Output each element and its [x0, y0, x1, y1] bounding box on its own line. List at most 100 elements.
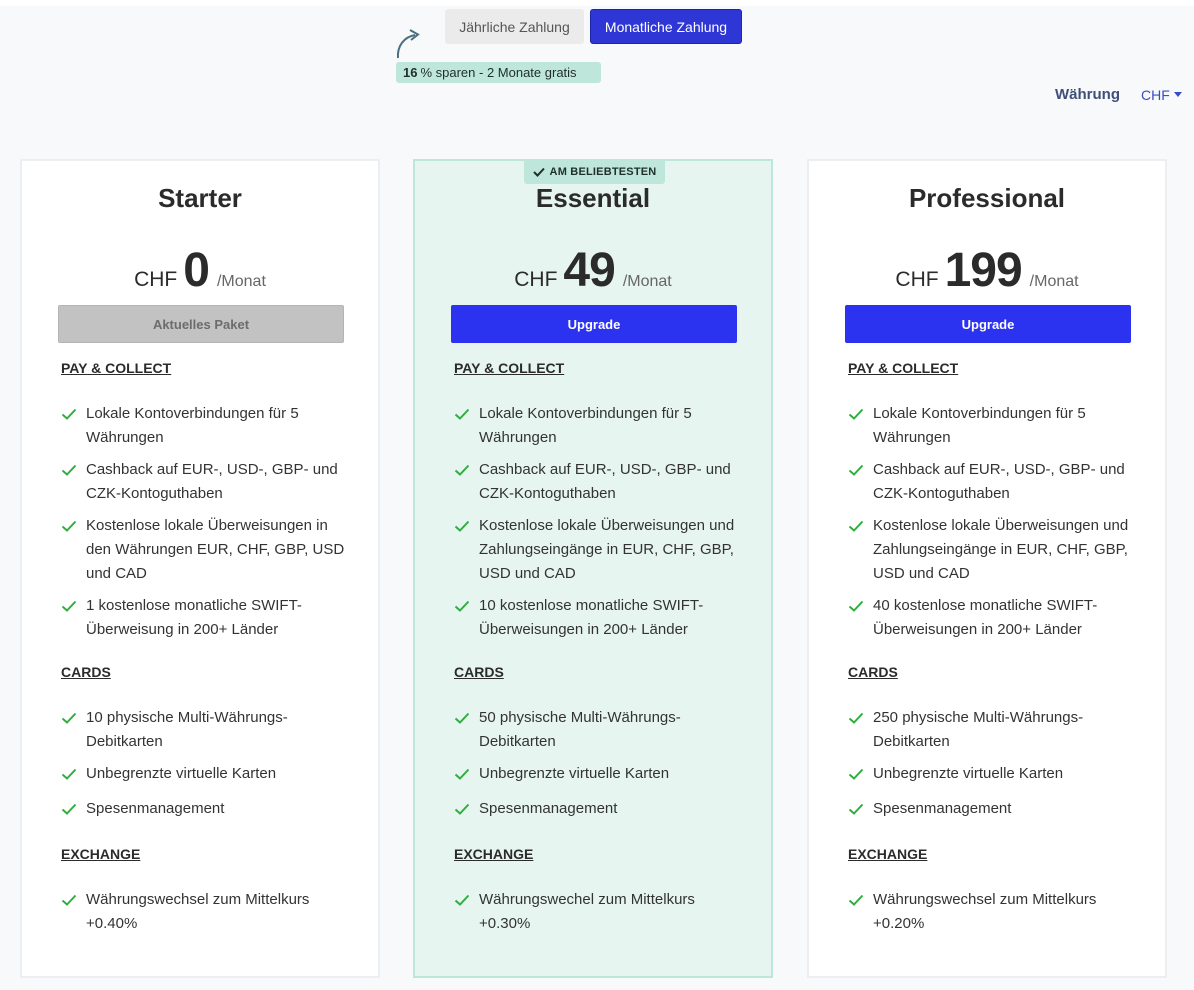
check-icon — [454, 706, 472, 730]
check-icon — [61, 706, 79, 730]
most-popular-badge: AM BELIEBTESTEN — [524, 159, 665, 184]
feature-item: Währungswechsel zum Mittelkurs +0.40% — [61, 888, 351, 936]
check-icon — [61, 888, 79, 912]
feature-item: Spesenmanagement — [61, 797, 351, 821]
price-period: /Monat — [1029, 273, 1079, 290]
feature-item: Lokale Kontoverbindungen für 5 Währungen — [61, 402, 351, 450]
feature-text: Unbegrenzte virtuelle Karten — [86, 765, 277, 782]
check-icon — [61, 762, 79, 786]
check-icon — [61, 458, 79, 482]
price-currency: CHF — [134, 268, 178, 291]
feature-item: 40 kostenlose monatliche SWIFT-Überweisu… — [848, 594, 1138, 642]
feature-text: Lokale Kontoverbindungen für 5 Währungen — [86, 405, 299, 446]
price-period: /Monat — [622, 273, 672, 290]
section-title-exchange: EXCHANGE — [848, 846, 928, 862]
check-icon — [848, 458, 866, 482]
feature-text: Cashback auf EUR-, USD-, GBP- und CZK-Ko… — [479, 461, 731, 502]
feature-text: 10 kostenlose monatliche SWIFT-Überweisu… — [479, 597, 704, 638]
monthly-billing-button[interactable]: Monatliche Zahlung — [590, 9, 742, 44]
price-currency: CHF — [514, 268, 558, 291]
section-title-exchange: EXCHANGE — [454, 846, 534, 862]
plan-name: Starter — [158, 183, 242, 213]
currency-value: CHF — [1141, 86, 1170, 103]
check-icon — [848, 706, 866, 730]
feature-item: 250 physische Multi-Währungs-Debitkarten — [848, 706, 1138, 754]
feature-item: Cashback auf EUR-, USD-, GBP- und CZK-Ko… — [848, 458, 1138, 506]
price-currency: CHF — [895, 268, 939, 291]
feature-item: Unbegrenzte virtuelle Karten — [454, 762, 744, 786]
upgrade-button[interactable]: Upgrade — [845, 305, 1131, 343]
feature-item: Lokale Kontoverbindungen für 5 Währungen — [848, 402, 1138, 450]
feature-text: Währungswechsel zum Mittelkurs +0.40% — [86, 891, 310, 932]
feature-text: Spesenmanagement — [479, 800, 618, 817]
feature-item: Kostenlose lokale Überweisungen und Zahl… — [848, 514, 1138, 586]
savings-text: % sparen - 2 Monate gratis — [420, 65, 577, 80]
currency-dropdown[interactable]: CHF — [1141, 87, 1182, 103]
yearly-billing-button[interactable]: Jährliche Zahlung — [445, 9, 584, 44]
check-icon — [848, 514, 866, 538]
check-icon — [848, 402, 866, 426]
feature-text: Unbegrenzte virtuelle Karten — [873, 765, 1064, 782]
check-icon — [454, 402, 472, 426]
current-plan-button: Aktuelles Paket — [58, 305, 344, 343]
caret-down-icon — [1173, 92, 1182, 97]
feature-text: 50 physische Multi-Währungs-Debitkarten — [479, 709, 681, 750]
check-icon — [454, 762, 472, 786]
savings-badge: 16 % sparen - 2 Monate gratis — [396, 62, 601, 83]
feature-text: Kostenlose lokale Überweisungen in den W… — [86, 517, 345, 582]
check-icon — [61, 797, 79, 821]
check-icon — [454, 594, 472, 618]
section-title-pay-collect: PAY & COLLECT — [454, 360, 565, 376]
price-period: /Monat — [216, 273, 266, 290]
feature-item: Spesenmanagement — [848, 797, 1138, 821]
check-icon — [848, 762, 866, 786]
section-title-cards: CARDS — [848, 664, 898, 680]
feature-text: Unbegrenzte virtuelle Karten — [479, 765, 670, 782]
section-title-cards: CARDS — [454, 664, 504, 680]
most-popular-label: AM BELIEBTESTEN — [549, 165, 657, 178]
check-icon — [848, 797, 866, 821]
section-title-pay-collect: PAY & COLLECT — [848, 360, 959, 376]
feature-text: Währungswechsel zum Mittelkurs +0.20% — [873, 891, 1097, 932]
plan-price: CHF 49 /Monat — [415, 243, 771, 298]
top-strip — [0, 0, 1194, 6]
feature-item: 1 kostenlose monatliche SWIFT-Überweisun… — [61, 594, 351, 642]
feature-text: Lokale Kontoverbindungen für 5 Währungen — [873, 405, 1086, 446]
feature-item: Kostenlose lokale Überweisungen und Zahl… — [454, 514, 744, 586]
check-icon — [454, 514, 472, 538]
section-title-cards: CARDS — [61, 664, 111, 680]
feature-text: Lokale Kontoverbindungen für 5 Währungen — [479, 405, 692, 446]
feature-text: 40 kostenlose monatliche SWIFT-Überweisu… — [873, 597, 1098, 638]
feature-item: Cashback auf EUR-, USD-, GBP- und CZK-Ko… — [454, 458, 744, 506]
plan-name: Professional — [908, 183, 1066, 213]
check-icon — [848, 594, 866, 618]
feature-item: 50 physische Multi-Währungs-Debitkarten — [454, 706, 744, 754]
feature-text: Spesenmanagement — [86, 800, 225, 817]
section-title-pay-collect: PAY & COLLECT — [61, 360, 172, 376]
feature-text: Spesenmanagement — [873, 800, 1012, 817]
feature-text: Währungswechel zum Mittelkurs +0.30% — [479, 891, 695, 932]
feature-item: Kostenlose lokale Überweisungen in den W… — [61, 514, 351, 586]
feature-item: Spesenmanagement — [454, 797, 744, 821]
price-amount: 49 — [563, 244, 615, 297]
check-icon — [454, 888, 472, 912]
plan-card-essential: AM BELIEBTESTEN Essential CHF 49 /Monat … — [413, 159, 773, 978]
check-icon — [848, 888, 866, 912]
feature-item: Cashback auf EUR-, USD-, GBP- und CZK-Ko… — [61, 458, 351, 506]
check-icon — [61, 594, 79, 618]
plan-price: CHF 199 /Monat — [809, 243, 1165, 298]
upgrade-button[interactable]: Upgrade — [451, 305, 737, 343]
feature-text: Cashback auf EUR-, USD-, GBP- und CZK-Ko… — [873, 461, 1125, 502]
feature-item: Unbegrenzte virtuelle Karten — [61, 762, 351, 786]
price-amount: 199 — [944, 244, 1023, 297]
feature-item: 10 kostenlose monatliche SWIFT-Überweisu… — [454, 594, 744, 642]
currency-label: Währung — [1055, 86, 1120, 103]
section-title-exchange: EXCHANGE — [61, 846, 141, 862]
check-icon — [454, 797, 472, 821]
feature-text: 10 physische Multi-Währungs-Debitkarten — [86, 709, 288, 750]
feature-text: Cashback auf EUR-, USD-, GBP- und CZK-Ko… — [86, 461, 338, 502]
feature-item: Währungswechel zum Mittelkurs +0.30% — [454, 888, 744, 936]
check-icon — [454, 458, 472, 482]
feature-item: 10 physische Multi-Währungs-Debitkarten — [61, 706, 351, 754]
feature-item: Lokale Kontoverbindungen für 5 Währungen — [454, 402, 744, 450]
